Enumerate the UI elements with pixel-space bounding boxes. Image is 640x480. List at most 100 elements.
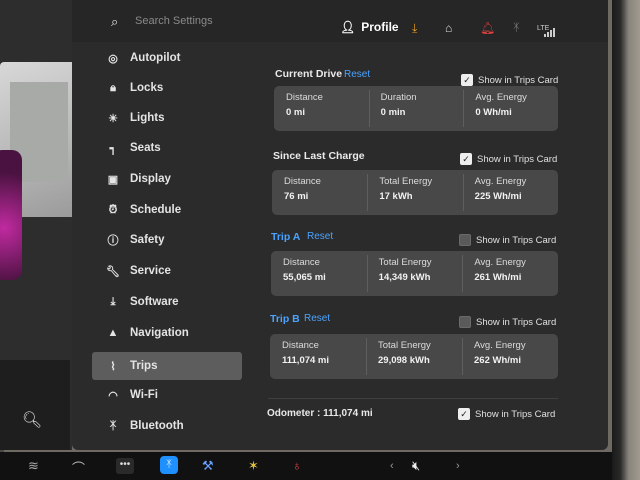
sidebar-item-trips[interactable]: ⌇ Trips (92, 352, 242, 380)
bell-icon[interactable]: 🔔︎ (480, 21, 495, 35)
stat-cell: Distance 111,074 mi (270, 334, 366, 379)
sidebar-item-navigation[interactable]: ▲ Navigation (92, 319, 242, 347)
sidebar-item-software[interactable]: ⤓ Software (92, 288, 242, 316)
bluetooth-icon: ᛡ (109, 420, 117, 432)
checkbox-label: Show in Trips Card (476, 316, 557, 328)
sidebar-item-label: Autopilot (130, 52, 181, 64)
bluetooth-status-icon: ᛡ (513, 22, 520, 34)
stat-label: Avg. Energy (474, 176, 527, 187)
download-icon[interactable]: ⤓ (412, 21, 417, 36)
stat-value: 17 kWh (379, 191, 413, 202)
stat-value: 0 min (380, 107, 406, 118)
trip-b-reset-button[interactable]: Reset (304, 313, 330, 324)
chevron-right-icon[interactable]: › (456, 460, 460, 472)
lock-icon: 🔒︎ (110, 81, 116, 94)
sidebar-item-label: Schedule (130, 204, 182, 216)
stat-cell: Avg. Energy 261 Wh/mi (462, 251, 558, 296)
since-last-charge-show-checkbox[interactable]: ✓ Show in Trips Card (460, 153, 557, 165)
trip-a-show-checkbox[interactable]: Show in Trips Card (459, 234, 556, 246)
stat-label: Distance (284, 176, 321, 187)
checkbox-box (459, 234, 471, 246)
stat-label: Duration (380, 92, 417, 103)
light-icon: ☀ (108, 112, 118, 125)
joystick-icon[interactable]: ♁ (292, 458, 302, 473)
since-last-charge-card: Distance 76 mi Total Energy 17 kWh Avg. En… (272, 170, 558, 215)
current-drive-show-checkbox[interactable]: ✓ Show in Trips Card (461, 74, 558, 86)
sidebar-item-label: Lights (130, 112, 165, 124)
since-last-charge-title: Since Last Charge (273, 150, 365, 162)
profile-button[interactable]: 👤︎ Profile (340, 20, 399, 34)
search-icon[interactable]: ⌕ (111, 14, 118, 30)
stat-label: Total Energy (378, 257, 432, 268)
stat-cell: Avg. Energy 262 Wh/mi (462, 334, 558, 379)
sidebar-item-service[interactable]: 🔧︎ Service (92, 257, 242, 285)
stat-cell: Distance 76 mi (272, 170, 367, 215)
sidebar-item-seats[interactable]: ┑ Seats (92, 134, 242, 162)
sidebar-item-schedule[interactable]: ⏰︎ Schedule (92, 196, 242, 224)
car-render (0, 150, 22, 280)
stat-cell: Distance 0 mi (274, 86, 369, 131)
bluetooth-app-icon[interactable]: ᛡ (160, 456, 178, 474)
current-drive-reset-button[interactable]: Reset (344, 69, 370, 80)
signal-icon (544, 28, 555, 37)
sidebar-item-label: Locks (130, 82, 164, 94)
odometer-show-checkbox[interactable]: ✓ Show in Trips Card (458, 408, 555, 420)
checkmark-icon: ✓ (461, 74, 473, 86)
defrost-icon[interactable]: ≋ (28, 458, 39, 474)
stat-cell: Duration 0 min (368, 86, 464, 131)
sidebar-item-label: Display (130, 173, 171, 185)
left-bottom-panel (0, 360, 70, 450)
sidebar-item-safety[interactable]: ⓘ Safety (92, 226, 242, 254)
sidebar-item-label: Service (130, 265, 171, 277)
sidebar-item-locks[interactable]: 🔒︎ Locks (92, 74, 242, 102)
person-icon: 👤︎ (340, 20, 356, 34)
taskbar (0, 452, 612, 480)
stat-value: 0 Wh/mi (475, 107, 512, 118)
sidebar-item-wifi[interactable]: ◠ Wi-Fi (92, 381, 242, 409)
trip-a-card: Distance 55,065 mi Total Energy 14,349 kWh… (271, 251, 558, 296)
sidebar-item-autopilot[interactable]: ◎ Autopilot (92, 44, 242, 72)
stat-cell: Total Energy 29,098 kWh (366, 334, 462, 379)
stat-value: 225 Wh/mi (474, 191, 522, 202)
stat-cell: Total Energy 14,349 kWh (366, 251, 463, 296)
divider (268, 398, 558, 399)
wiper-icon[interactable]: ⌒ (72, 458, 85, 477)
more-apps-icon[interactable]: ••• (116, 458, 134, 474)
toybox-app-icon[interactable]: ⚒ (202, 458, 214, 474)
wifi-icon: ◠ (108, 389, 118, 402)
search-icon[interactable]: 🔍︎ (20, 410, 44, 434)
stat-cell: Avg. Energy 0 Wh/mi (463, 86, 558, 131)
sidebar-item-label: Navigation (130, 327, 189, 339)
stat-label: Avg. Energy (474, 340, 526, 351)
sidebar-item-bluetooth[interactable]: ᛡ Bluetooth (92, 412, 242, 440)
stat-label: Distance (286, 92, 323, 103)
trip-a-title: Trip A (271, 231, 300, 243)
sidebar-item-label: Software (130, 296, 179, 308)
seat-icon: ┑ (109, 142, 117, 155)
checkbox-label: Show in Trips Card (475, 408, 556, 420)
stat-value: 29,098 kWh (378, 355, 430, 366)
arcade-app-icon[interactable]: ✶ (248, 458, 259, 474)
chevron-left-icon[interactable]: ‹ (390, 460, 394, 472)
stat-cell: Distance 55,065 mi (271, 251, 367, 296)
search-input[interactable]: Search Settings (135, 15, 285, 27)
sidebar-item-lights[interactable]: ☀ Lights (92, 104, 242, 132)
sidebar-item-label: Seats (130, 142, 161, 154)
trip-b-show-checkbox[interactable]: Show in Trips Card (459, 316, 556, 328)
trips-icon: ⌇ (110, 360, 116, 373)
current-drive-card: Distance 0 mi Duration 0 min Avg. Energy 0 … (274, 86, 558, 131)
stat-value: 55,065 mi (283, 272, 326, 283)
checkbox-label: Show in Trips Card (477, 153, 558, 165)
odometer-readout: Odometer : 111,074 mi (267, 408, 373, 419)
sidebar-item-label: Bluetooth (130, 420, 184, 432)
download-icon: ⤓ (110, 295, 116, 308)
trip-a-label: Trip A (271, 231, 301, 243)
volume-mute-icon[interactable]: 🔇︎ (412, 458, 420, 474)
trip-b-label: Trip B (270, 313, 300, 325)
sidebar-item-display[interactable]: ▣ Display (92, 165, 242, 193)
steering-wheel-icon: ◎ (108, 52, 118, 65)
trip-a-reset-button[interactable]: Reset (307, 231, 333, 242)
stat-value: 14,349 kWh (378, 272, 431, 283)
wrench-icon: 🔧︎ (106, 265, 120, 278)
home-icon[interactable]: ⌂ (445, 21, 452, 35)
